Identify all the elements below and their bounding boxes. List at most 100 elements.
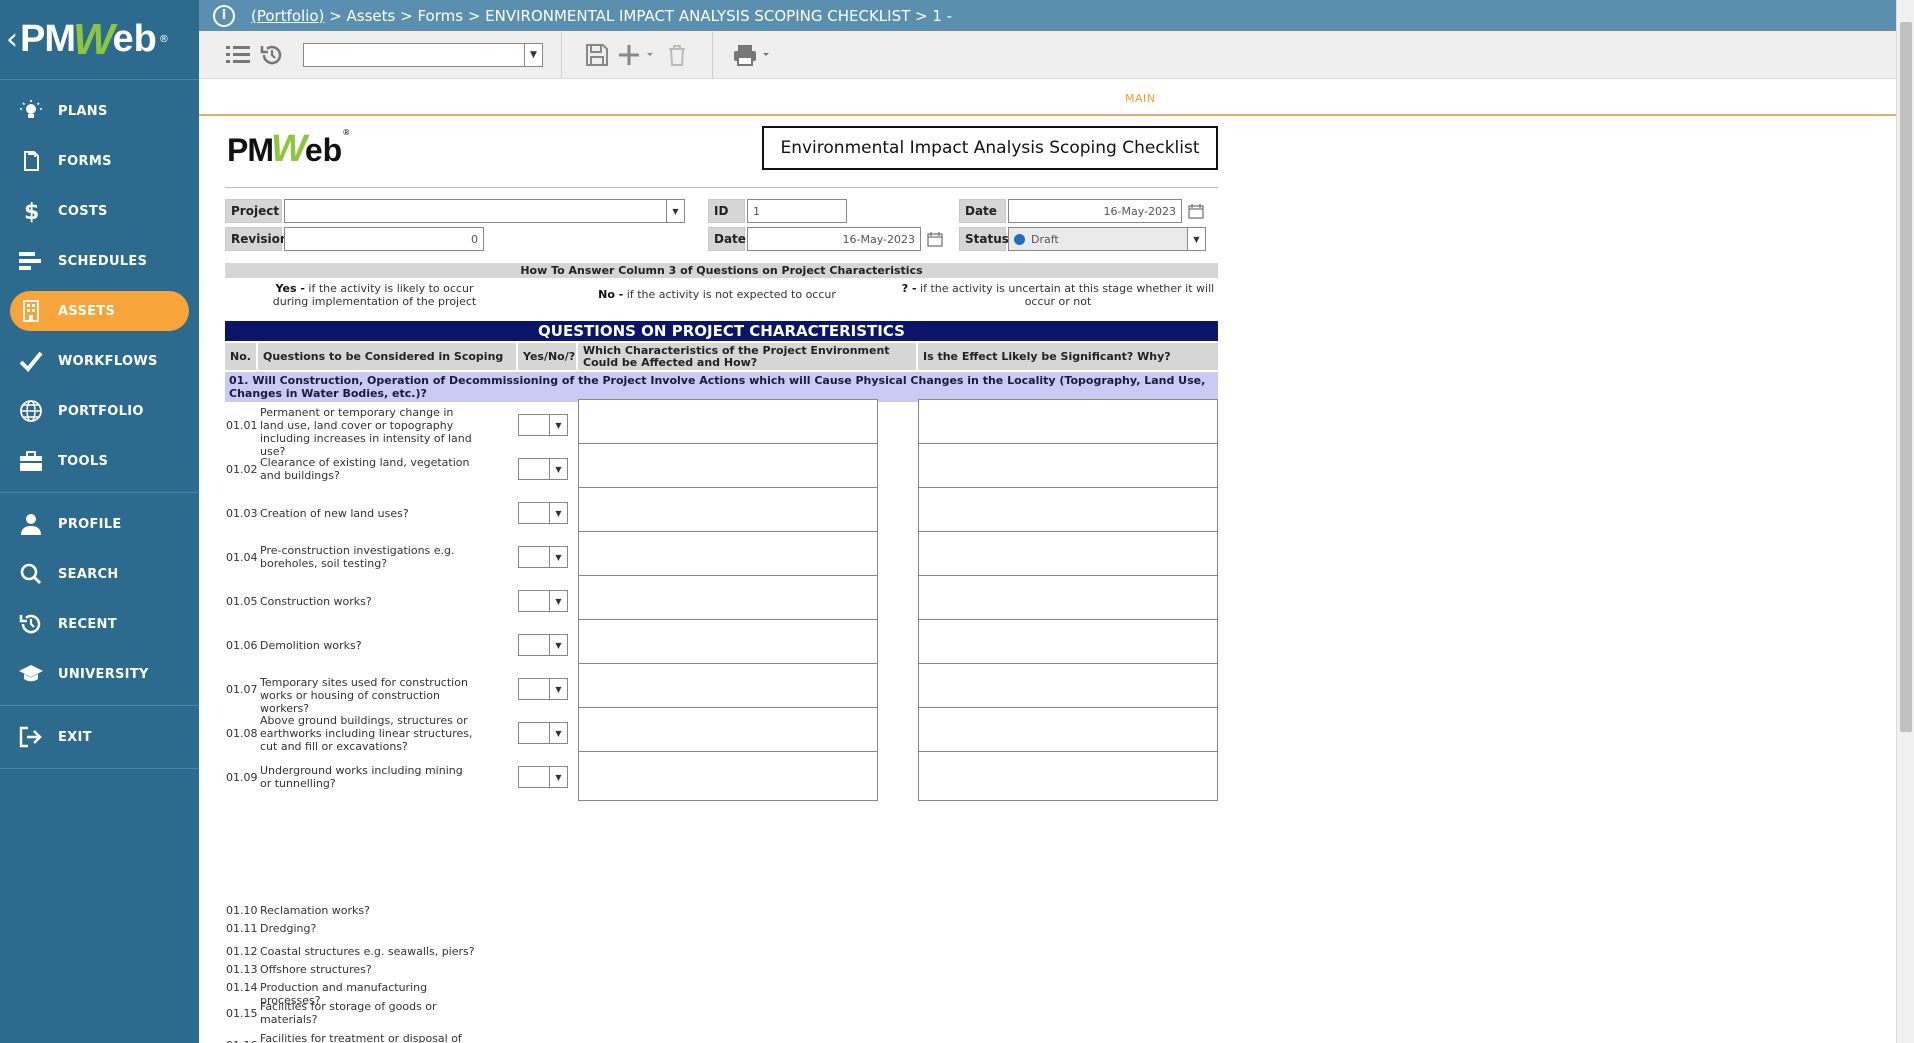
question-text: Pre-construction investigations e.g. bor…: [260, 544, 455, 570]
save-button[interactable]: [580, 38, 614, 72]
significance-textarea[interactable]: [918, 707, 1218, 757]
question-row: 01.03 Creation of new land uses? ▼: [225, 487, 1218, 537]
sidebar-item-forms[interactable]: FORMS: [0, 136, 199, 186]
delete-button[interactable]: [660, 38, 694, 72]
app-window: ‹ PM Web ® PLANS FORMS $ COSTS SCHEDULES ASSETS…: [0, 0, 1914, 1043]
date2-field[interactable]: 16-May-2023: [747, 227, 921, 251]
pmweb-logo[interactable]: ‹ PM Web ®: [0, 0, 199, 80]
calendar-icon[interactable]: [927, 231, 943, 247]
legend-uncertain-text: if the activity is uncertain at this sta…: [916, 282, 1215, 308]
yes-no-select[interactable]: ▼: [518, 722, 568, 744]
question-text: Construction works?: [260, 594, 372, 608]
revision-label: Revision: [225, 227, 288, 251]
tab-main[interactable]: MAIN: [1125, 92, 1156, 105]
question-number: 01.07: [226, 683, 258, 696]
back-chevron-icon[interactable]: ‹: [6, 22, 18, 57]
form-tab-strip: MAIN: [199, 80, 1896, 116]
form-logo-reg: ®: [342, 128, 351, 137]
characteristics-textarea[interactable]: [578, 487, 878, 537]
plus-icon: [619, 44, 653, 65]
characteristics-textarea[interactable]: [578, 619, 878, 669]
sidebar-item-schedules[interactable]: SCHEDULES: [0, 236, 199, 286]
chevron-down-icon[interactable]: ▼: [549, 767, 567, 787]
yes-no-select[interactable]: ▼: [518, 766, 568, 788]
characteristics-textarea[interactable]: [578, 399, 878, 449]
search-icon: [18, 561, 44, 587]
significance-textarea[interactable]: [918, 663, 1218, 713]
yes-no-select[interactable]: ▼: [518, 634, 568, 656]
breadcrumb-portfolio-link[interactable]: (Portfolio): [251, 7, 324, 25]
sidebar-item-tools[interactable]: TOOLS: [0, 436, 199, 486]
sidebar-item-portfolio[interactable]: PORTFOLIO: [0, 386, 199, 436]
chevron-down-icon[interactable]: ▼: [549, 679, 567, 699]
significance-textarea[interactable]: [918, 575, 1218, 625]
logo-text-pm: PM: [20, 18, 76, 60]
revision-row: Revision 0: [225, 227, 484, 251]
project-select[interactable]: ▼: [284, 199, 685, 223]
sidebar-item-assets[interactable]: ASSETS: [10, 291, 189, 331]
yes-no-select[interactable]: ▼: [518, 458, 568, 480]
sidebar-item-label: UNIVERSITY: [58, 666, 149, 682]
chevron-down-icon[interactable]: ▼: [549, 591, 567, 611]
vertical-scrollbar[interactable]: [1896, 0, 1914, 1043]
yes-no-select[interactable]: ▼: [518, 546, 568, 568]
significance-textarea[interactable]: [918, 487, 1218, 537]
sidebar-item-workflows[interactable]: WORKFLOWS: [0, 336, 199, 386]
question-text: Reclamation works?: [260, 904, 370, 917]
id-row: ID 1: [708, 199, 847, 223]
history-button[interactable]: [255, 38, 289, 72]
legend-yes-key: Yes -: [275, 282, 305, 295]
dollar-icon: $: [18, 198, 44, 224]
chevron-down-icon[interactable]: ▼: [549, 723, 567, 743]
revision-field[interactable]: 0: [284, 227, 484, 251]
sidebar-item-label: PROFILE: [58, 516, 122, 532]
sidebar-item-costs[interactable]: $ COSTS: [0, 186, 199, 236]
date-field[interactable]: 16-May-2023: [1008, 199, 1182, 223]
sidebar-item-recent[interactable]: RECENT: [0, 599, 199, 649]
characteristics-textarea[interactable]: [578, 707, 878, 757]
significance-textarea[interactable]: [918, 399, 1218, 449]
chevron-down-icon[interactable]: ▼: [1187, 228, 1205, 250]
significance-textarea[interactable]: [918, 443, 1218, 493]
section-01-heading: 01. Will Construction, Operation of Deco…: [225, 372, 1218, 402]
significance-textarea[interactable]: [918, 531, 1218, 581]
id-field[interactable]: 1: [747, 199, 847, 223]
characteristics-textarea[interactable]: [578, 575, 878, 625]
characteristics-textarea[interactable]: [578, 751, 878, 801]
chevron-down-icon[interactable]: ▼: [549, 415, 567, 435]
print-button[interactable]: [731, 38, 777, 72]
sidebar-item-profile[interactable]: PROFILE: [0, 499, 199, 549]
chevron-down-icon[interactable]: ▼: [666, 200, 684, 222]
characteristics-textarea[interactable]: [578, 443, 878, 493]
sidebar: ‹ PM Web ® PLANS FORMS $ COSTS SCHEDULES ASSETS…: [0, 0, 199, 1043]
question-text: Above ground buildings, structures or ea…: [260, 713, 473, 753]
question-row: 01.12 Coastal structures e.g. seawalls, p…: [225, 945, 625, 961]
add-button[interactable]: [614, 38, 660, 72]
info-icon[interactable]: i: [213, 4, 235, 27]
view-select[interactable]: ▼: [303, 42, 543, 67]
chevron-down-icon[interactable]: ▼: [549, 547, 567, 567]
characteristics-textarea[interactable]: [578, 663, 878, 713]
sidebar-item-university[interactable]: UNIVERSITY: [0, 649, 199, 699]
yes-no-select[interactable]: ▼: [518, 590, 568, 612]
significance-textarea[interactable]: [918, 751, 1218, 801]
question-number: 01.06: [226, 639, 258, 652]
sidebar-item-label: TOOLS: [58, 453, 109, 469]
yes-no-select[interactable]: ▼: [518, 502, 568, 524]
chevron-down-icon[interactable]: ▼: [549, 503, 567, 523]
sidebar-item-plans[interactable]: PLANS: [0, 86, 199, 136]
question-number: 01.04: [226, 551, 258, 564]
chevron-down-icon[interactable]: ▼: [524, 43, 542, 66]
status-select[interactable]: Draft ▼: [1008, 227, 1206, 251]
sidebar-item-search[interactable]: SEARCH: [0, 549, 199, 599]
scrollbar-thumb[interactable]: [1900, 22, 1912, 732]
calendar-icon[interactable]: [1188, 203, 1204, 219]
chevron-down-icon[interactable]: ▼: [549, 459, 567, 479]
list-view-button[interactable]: [221, 38, 255, 72]
significance-textarea[interactable]: [918, 619, 1218, 669]
sidebar-item-exit[interactable]: EXIT: [0, 712, 199, 762]
yes-no-select[interactable]: ▼: [518, 678, 568, 700]
characteristics-textarea[interactable]: [578, 531, 878, 581]
chevron-down-icon[interactable]: ▼: [549, 635, 567, 655]
yes-no-select[interactable]: ▼: [518, 414, 568, 436]
